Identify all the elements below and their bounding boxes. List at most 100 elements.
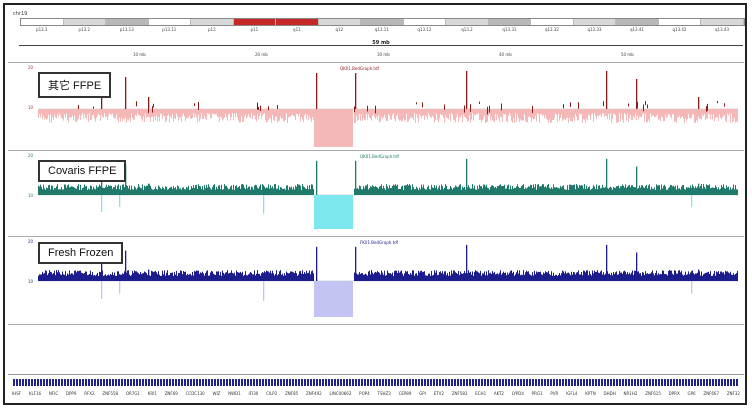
coverage-bar bbox=[221, 109, 222, 118]
coverage-bar bbox=[307, 109, 308, 115]
ideogram-band[interactable]: q13.12 bbox=[403, 19, 447, 32]
ideogram-band[interactable]: q13.41 bbox=[616, 19, 659, 32]
coverage-bar bbox=[179, 188, 180, 195]
gene-label[interactable]: GPI bbox=[419, 391, 426, 396]
track-fresh-frozen[interactable]: 20 10 FK01.BedGraph.tdf Fresh Frozen bbox=[8, 236, 744, 325]
ideogram-band[interactable]: p13.3 bbox=[21, 19, 64, 32]
ideogram-band[interactable]: p13.11 bbox=[148, 19, 192, 32]
coverage-bar bbox=[407, 109, 408, 123]
ideogram-band[interactable]: q12 bbox=[318, 19, 362, 32]
gene-label[interactable]: DPRX bbox=[669, 391, 680, 396]
coverage-bar bbox=[380, 274, 381, 281]
coverage-bar bbox=[367, 275, 368, 281]
gene-label[interactable]: ETV2 bbox=[434, 391, 444, 396]
coverage-bar bbox=[721, 109, 722, 120]
coverage-bar bbox=[465, 273, 466, 281]
gene-label[interactable]: AKT2 bbox=[494, 391, 504, 396]
gene-label[interactable]: KRI1 bbox=[148, 391, 157, 396]
gene-label[interactable]: DHDH bbox=[604, 391, 616, 396]
ideogram-band[interactable]: q13.2 bbox=[446, 19, 489, 32]
gene-label[interactable]: ZNF85 bbox=[285, 391, 298, 396]
gene-label[interactable]: NR1H2 bbox=[624, 391, 638, 396]
gene-label[interactable]: IHSF bbox=[12, 391, 21, 396]
coverage-bar bbox=[594, 109, 595, 114]
coverage-bar bbox=[283, 275, 284, 281]
coverage-bar bbox=[221, 184, 222, 195]
gene-label[interactable]: WIZ bbox=[213, 391, 221, 396]
gene-label[interactable]: KPTN bbox=[585, 391, 595, 396]
gene-label[interactable]: ZNF69 bbox=[165, 391, 178, 396]
track-covaris-ffpe[interactable]: 20 10 QK01.BedGraph.tdf Covaris FFPE bbox=[8, 150, 744, 237]
gene-label[interactable]: CEP89 bbox=[399, 391, 412, 396]
gene-label[interactable]: IGFL4 bbox=[566, 391, 577, 396]
ideogram-band[interactable]: p11 bbox=[233, 19, 277, 32]
gene-label[interactable]: IFI30 bbox=[249, 391, 259, 396]
ideogram-band[interactable]: q13.43 bbox=[701, 19, 744, 32]
coverage-bar bbox=[686, 187, 687, 195]
gene-label[interactable]: CCDC130 bbox=[186, 391, 205, 396]
coverage-bar bbox=[381, 270, 382, 281]
chromosome-ideogram[interactable]: p13.3 p13.2 p13.13 p13.11 p12 p11 q11 q12 q13.11… bbox=[20, 18, 745, 32]
coverage-bar bbox=[537, 184, 538, 195]
ideogram-band[interactable]: p13.2 bbox=[63, 19, 107, 32]
gene-label[interactable]: NWD1 bbox=[228, 391, 241, 396]
gene-label[interactable]: NFIC bbox=[49, 391, 58, 396]
gene-label[interactable]: ZNF492 bbox=[306, 391, 322, 396]
coverage-bar bbox=[179, 273, 180, 281]
coverage-bar bbox=[121, 189, 122, 195]
coverage-bar bbox=[82, 187, 83, 195]
coverage-bar bbox=[225, 185, 226, 195]
ideogram-band[interactable]: q13.33 bbox=[573, 19, 617, 32]
track-other-ffpe[interactable]: 20 10 QK01.BedGraph.tdf 其它 FFPE bbox=[8, 62, 744, 151]
gene-label[interactable]: KLF16 bbox=[29, 391, 41, 396]
coverage-bar bbox=[122, 273, 123, 281]
ideogram-band[interactable]: q11 bbox=[276, 19, 319, 32]
gene-annotation-track[interactable]: IHSF KLF16 NFIC DPP9 RFX2 ZNF558 OR7G1 KRI1 ZNF6… bbox=[8, 374, 744, 397]
coverage-bar bbox=[568, 272, 569, 281]
coverage-bar bbox=[482, 188, 483, 195]
ideogram-band[interactable]: q13.31 bbox=[488, 19, 532, 32]
ideogram-band[interactable]: q13.11 bbox=[361, 19, 404, 32]
coverage-bar bbox=[538, 271, 539, 281]
gene-label[interactable]: DPP9 bbox=[66, 391, 76, 396]
ideogram-band[interactable]: q13.32 bbox=[531, 19, 574, 32]
coverage-bar bbox=[643, 272, 644, 281]
coverage-bar bbox=[106, 109, 107, 117]
coverage-bar bbox=[282, 273, 283, 281]
coverage-bar bbox=[595, 271, 596, 281]
gene-label[interactable]: OR7G1 bbox=[126, 391, 140, 396]
coverage-bar bbox=[619, 270, 620, 281]
coverage-bar bbox=[63, 274, 64, 281]
coverage-bar bbox=[737, 189, 738, 195]
gene-label[interactable]: TSHZ3 bbox=[378, 391, 391, 396]
coverage-bar bbox=[499, 185, 500, 195]
coverage-bar bbox=[605, 109, 606, 116]
ideogram-band[interactable]: p13.13 bbox=[106, 19, 149, 32]
gene-label[interactable]: PRG1 bbox=[532, 391, 543, 396]
coverage-bar bbox=[533, 109, 534, 119]
coverage-bar bbox=[214, 109, 215, 115]
gene-label[interactable]: LINC00662 bbox=[329, 391, 351, 396]
gene-label[interactable]: CILP2 bbox=[266, 391, 277, 396]
coverage-bar bbox=[434, 109, 435, 123]
gene-label[interactable]: ECH1 bbox=[475, 391, 486, 396]
coverage-bar bbox=[401, 270, 402, 281]
coverage-bar bbox=[291, 186, 292, 195]
gene-label[interactable]: GP6 bbox=[687, 391, 695, 396]
gene-label[interactable]: ZNF667 bbox=[703, 391, 719, 396]
coverage-bar bbox=[543, 184, 544, 195]
gene-label[interactable]: RFX2 bbox=[84, 391, 94, 396]
ideogram-band[interactable]: p12 bbox=[191, 19, 234, 32]
gene-label[interactable]: POP4 bbox=[359, 391, 370, 396]
coverage-bar bbox=[727, 187, 728, 195]
coverage-bar bbox=[649, 109, 650, 122]
gene-features[interactable] bbox=[13, 379, 739, 386]
gene-label[interactable]: ZNF615 bbox=[645, 391, 661, 396]
gene-label[interactable]: ZNF583 bbox=[452, 391, 468, 396]
ideogram-band[interactable]: q13.42 bbox=[658, 19, 702, 32]
gene-label[interactable]: LYPD4 bbox=[512, 391, 524, 396]
gene-label[interactable]: ZNF32 bbox=[727, 391, 740, 396]
coverage-bar bbox=[471, 188, 472, 195]
gene-label[interactable]: PVR bbox=[550, 391, 558, 396]
gene-label[interactable]: ZNF558 bbox=[102, 391, 118, 396]
